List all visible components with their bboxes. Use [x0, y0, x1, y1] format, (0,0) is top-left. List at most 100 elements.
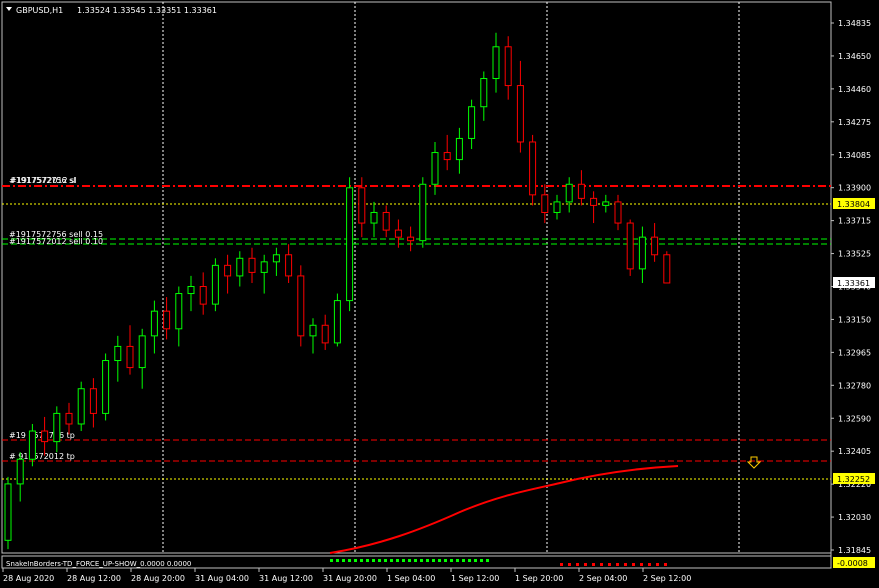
indicator-bar-down — [568, 563, 571, 566]
candle-bear — [65, 412, 73, 425]
candle-bear — [394, 229, 402, 238]
candle-bull — [187, 286, 195, 295]
candle-bull — [638, 236, 646, 270]
indicator-bar-up — [378, 559, 381, 562]
indicator-bar-down — [600, 563, 603, 566]
candle-bull — [480, 78, 488, 108]
candle-bear — [285, 254, 293, 277]
candle-bull — [419, 183, 427, 242]
indicator-bar-up — [372, 559, 375, 562]
candle-bear — [248, 257, 256, 273]
candle-bull — [272, 254, 280, 263]
price-tick-label: 1.32590 — [838, 414, 871, 423]
candle-bull — [16, 458, 24, 485]
chart-header: GBPUSD,H1 1.33524 1.33545 1.33351 1.3336… — [6, 6, 217, 15]
price-tick-label: 1.34650 — [838, 52, 871, 61]
candle-bear — [407, 236, 415, 242]
candle-bull — [492, 46, 500, 80]
indicator-bar-up — [456, 559, 459, 562]
indicator-bar-up — [468, 559, 471, 562]
indicator-bar-up — [390, 559, 393, 562]
candle-bull — [468, 106, 476, 139]
indicator-bar-up — [444, 559, 447, 562]
candle-bear — [224, 264, 232, 277]
time-tick-label: 28 Aug 12:00 — [67, 574, 121, 583]
indicator-bar-up — [474, 559, 477, 562]
indicator-bar-up — [438, 559, 441, 562]
price-tick-label: 1.32965 — [838, 348, 871, 357]
indicator-bar-up — [408, 559, 411, 562]
indicator-bar-down — [584, 563, 587, 566]
candle-bull — [211, 264, 219, 305]
indicator-bar-down — [608, 563, 611, 566]
candle-bull — [236, 257, 244, 277]
candle-bear — [41, 430, 49, 443]
candle-bear — [382, 211, 390, 231]
price-tick-label: 1.34275 — [838, 118, 871, 127]
price-tick-label: 1.34835 — [838, 19, 871, 28]
price-tick-label: 1.33900 — [838, 184, 871, 193]
indicator-value-tag: -0.0008 — [837, 559, 868, 568]
indicator-bar-up — [486, 559, 489, 562]
candle-bear — [651, 236, 659, 256]
indicator-bar-up — [426, 559, 429, 562]
candle-bull — [77, 388, 85, 425]
candle-bear — [321, 324, 329, 344]
indicator-bar-down — [664, 563, 667, 566]
price-tick-label: 1.31845 — [838, 546, 871, 555]
indicator-bar-up — [396, 559, 399, 562]
time-tick-label: 2 Sep 04:00 — [579, 574, 627, 583]
indicator-bar-up — [342, 559, 345, 562]
price-tick-label: 1.32780 — [838, 381, 871, 390]
candle-bear — [89, 388, 97, 414]
price-tick-label: 1.33150 — [838, 315, 871, 324]
candle-bear — [577, 183, 585, 199]
indicator-bar-up — [384, 559, 387, 562]
indicator-bar-down — [560, 563, 563, 566]
time-tick-label: 31 Aug 20:00 — [323, 574, 377, 583]
candle-bear — [626, 222, 634, 270]
time-tick-label: 31 Aug 04:00 — [195, 574, 249, 583]
candle-bear — [541, 194, 549, 213]
indicator-label: SnakeInBorders-TD_FORCE_UP-SHOW_0.0000 0… — [6, 560, 191, 568]
price-tick-label: 1.32405 — [838, 447, 871, 456]
indicator-bar-up — [420, 559, 423, 562]
time-tick-label: 2 Sep 12:00 — [643, 574, 691, 583]
symbol-label: GBPUSD,H1 — [16, 6, 63, 15]
sl-label-overlap: #1917572012 sl — [10, 176, 77, 185]
candle-bear — [590, 197, 598, 206]
indicator-bar-up — [462, 559, 465, 562]
price-tick-label: 1.33525 — [838, 250, 871, 259]
indicator-bar-up — [330, 559, 333, 562]
indicator-bar-up — [354, 559, 357, 562]
candle-bull — [602, 201, 610, 206]
candle-bull — [28, 430, 36, 460]
indicator-bar-up — [336, 559, 339, 562]
candle-bear — [614, 201, 622, 224]
indicator-bar-down — [624, 563, 627, 566]
candle-bear — [126, 345, 134, 369]
indicator-bar-down — [656, 563, 659, 566]
candle-bull — [175, 293, 183, 330]
time-tick-label: 28 Aug 20:00 — [131, 574, 185, 583]
candle-bull — [346, 187, 354, 302]
candle-bear — [199, 286, 207, 305]
candle-bull — [565, 183, 573, 203]
candle-bull — [150, 310, 158, 337]
stop-level-tag: 1.33804 — [837, 200, 870, 209]
candle-bear — [663, 254, 671, 284]
candle-bull — [370, 211, 378, 224]
time-tick-label: 1 Sep 12:00 — [451, 574, 499, 583]
time-tick-label: 31 Aug 12:00 — [259, 574, 313, 583]
chart-background — [0, 0, 879, 588]
candle-bull — [309, 324, 317, 337]
indicator-bar-down — [592, 563, 595, 566]
time-tick-label: 1 Sep 04:00 — [387, 574, 435, 583]
indicator-bar-up — [366, 559, 369, 562]
indicator-bar-up — [480, 559, 483, 562]
target-level-tag: 1.32252 — [837, 475, 870, 484]
price-tick-label: 1.33715 — [838, 217, 871, 226]
price-chart[interactable]: GBPUSD,H1 1.33524 1.33545 1.33351 1.3336… — [0, 0, 879, 588]
current-price-tag: 1.33361 — [837, 279, 870, 288]
candle-bull — [260, 261, 268, 273]
